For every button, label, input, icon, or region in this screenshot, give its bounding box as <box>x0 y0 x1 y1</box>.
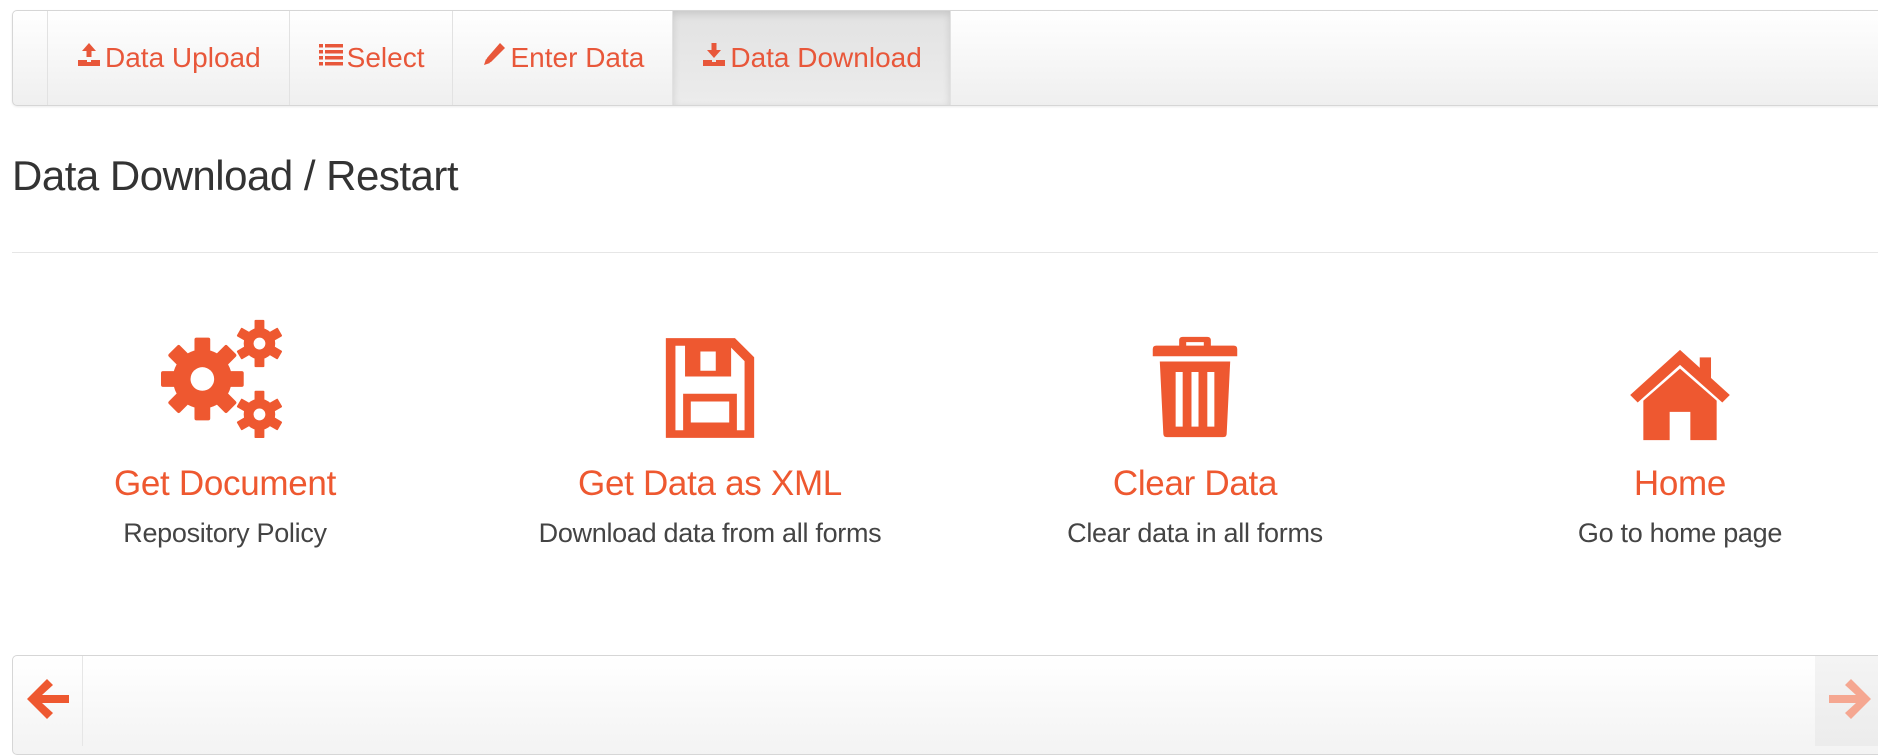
header-divider <box>12 252 1878 253</box>
trash-icon <box>1015 312 1375 442</box>
card-title: Get Data as XML <box>578 464 842 503</box>
next-button[interactable] <box>1815 656 1878 746</box>
tab-label: Select <box>346 42 425 73</box>
tab-label: Enter Data <box>510 42 645 73</box>
tab-data-upload[interactable]: Data Upload <box>47 11 289 105</box>
gears-icon <box>45 312 405 442</box>
get-data-xml-card[interactable]: Get Data as XML Download data from all f… <box>530 312 890 549</box>
tab-enter-data[interactable]: Enter Data <box>452 11 672 105</box>
arrow-right-icon <box>1827 676 1873 727</box>
clear-data-card[interactable]: Clear Data Clear data in all forms <box>1015 312 1375 549</box>
card-description: Clear data in all forms <box>1067 518 1323 548</box>
card-title: Get Document <box>113 464 337 503</box>
get-document-card[interactable]: Get Document Repository Policy <box>45 312 405 549</box>
card-description: Go to home page <box>1577 518 1783 548</box>
tab-data-download[interactable]: Data Download <box>672 11 951 105</box>
upload-icon <box>76 41 102 67</box>
top-navbar: Data Upload Select Enter Data Data Downl… <box>12 10 1878 106</box>
arrow-left-icon <box>25 676 71 727</box>
tab-select[interactable]: Select <box>288 11 453 105</box>
home-card[interactable]: Home Go to home page <box>1500 312 1860 549</box>
card-title: Home <box>1633 464 1727 503</box>
tab-label: Data Upload <box>105 42 261 73</box>
card-description: Download data from all forms <box>538 518 882 548</box>
list-icon <box>318 41 344 67</box>
tab-label: Data Download <box>730 42 922 73</box>
page-title: Data Download / Restart <box>12 152 459 199</box>
pencil-icon <box>481 41 507 67</box>
download-icon <box>701 41 727 67</box>
card-description: Repository Policy <box>123 518 327 548</box>
nav-tabs: Data Upload Select Enter Data Data Downl… <box>47 11 951 105</box>
bottom-pager <box>12 655 1878 755</box>
previous-button[interactable] <box>13 656 83 746</box>
card-title: Clear Data <box>1112 464 1278 503</box>
home-icon <box>1500 312 1860 442</box>
floppy-disk-icon <box>530 312 890 442</box>
